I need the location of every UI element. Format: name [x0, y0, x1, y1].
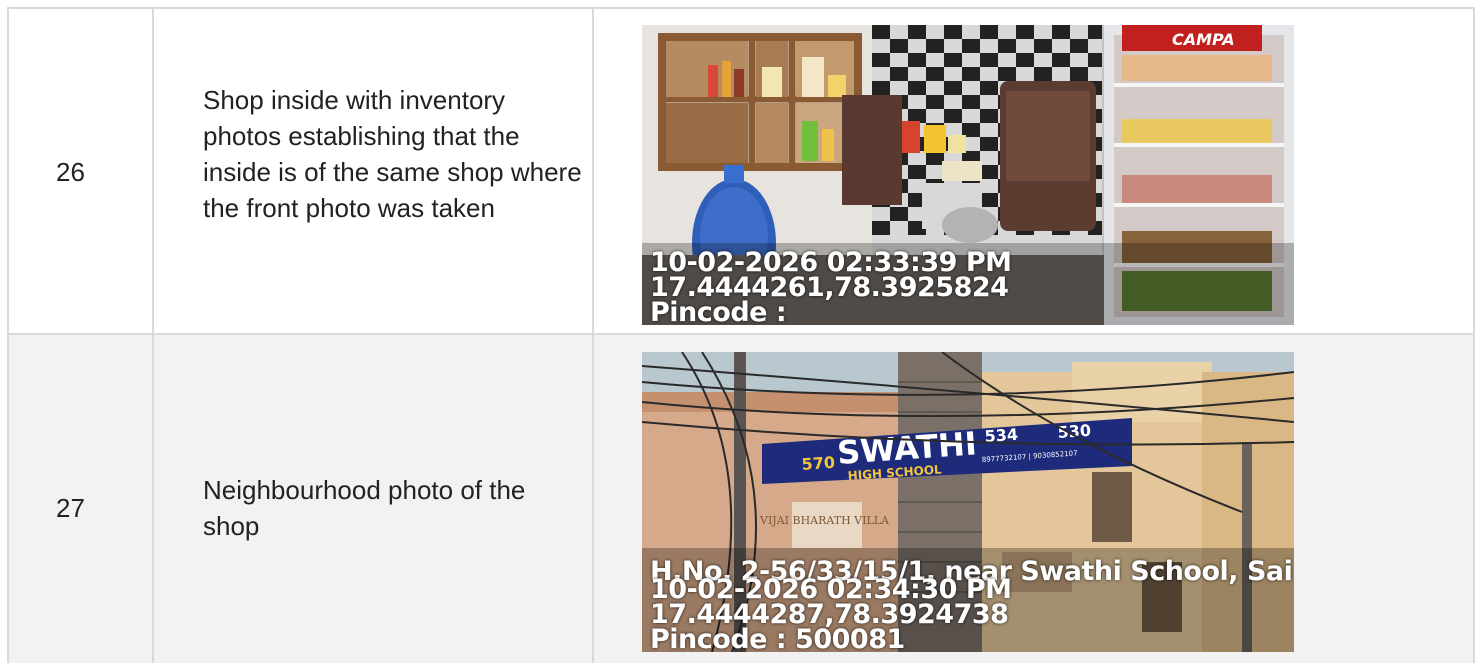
stamp-pincode: Pincode : — [650, 297, 787, 325]
neighbourhood-photo: VIJAI BHARATH VILLA SWATHI HIGH SCHOOL 5… — [642, 352, 1294, 652]
villa-plaque-text: VIJAI BHARATH VILLA — [759, 514, 890, 527]
banner-score-3: 530 — [1057, 421, 1092, 442]
row-description: Shop inside with inventory photos establ… — [203, 85, 582, 223]
row-number-text: 27 — [56, 493, 85, 523]
photo-geo-stamp: 10-02-2026 02:33:39 PM 17.4444261,78.392… — [650, 249, 1012, 325]
stamp-pincode: Pincode : 500081 — [650, 624, 905, 652]
row-number-text: 26 — [56, 157, 85, 187]
fridge-brand-text: CAMPA — [1172, 30, 1235, 49]
table-row: 27 Neighbourhood photo of the shop VIJAI… — [7, 333, 1475, 663]
document-table: 26 Shop inside with inventory photos est… — [7, 7, 1475, 663]
row-description: Neighbourhood photo of the shop — [203, 475, 526, 541]
table-row: 26 Shop inside with inventory photos est… — [7, 7, 1475, 335]
shop-inside-photo: CAMPA 10-02-2026 02:33:39 PM 17.4444261,… — [642, 25, 1294, 325]
banner-score-1: 570 — [801, 453, 836, 474]
photo-geo-stamp: 10-02-2026 02:34:30 PM 17.4444287,78.392… — [650, 576, 1012, 652]
